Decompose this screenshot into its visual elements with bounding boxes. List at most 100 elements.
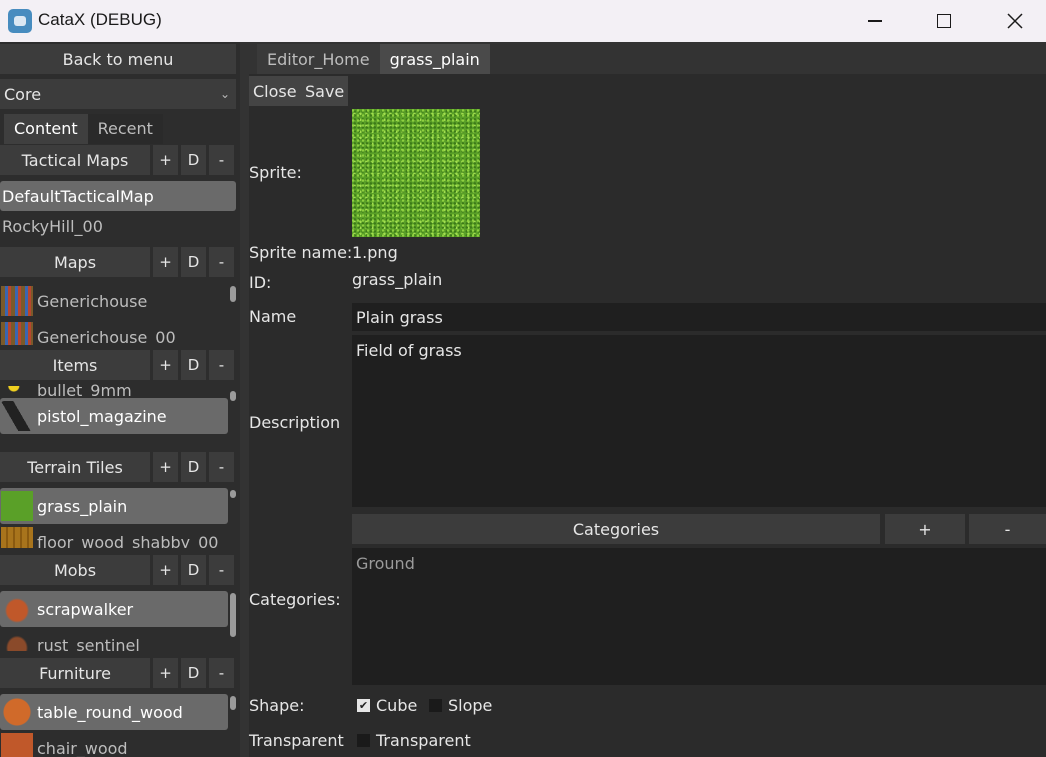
item-label: grass_plain (37, 496, 128, 516)
checkbox-box (357, 734, 370, 747)
description-label: Description (249, 413, 341, 432)
section-maps: Maps + D - (0, 247, 236, 277)
name-label: Name (249, 307, 297, 326)
list-item[interactable]: pistol_magazine (0, 398, 228, 434)
description-textarea[interactable]: Field of grass (352, 335, 1046, 507)
duplicate-button[interactable]: D (181, 247, 206, 277)
terrain-list: grass_plain floor_wood_shabby_00 (0, 488, 236, 548)
categories-list[interactable]: Ground (352, 548, 1046, 685)
list-item[interactable]: Generichouse (0, 283, 228, 319)
godot-app-icon (8, 9, 32, 33)
section-terrain-tiles: Terrain Tiles + D - (0, 452, 236, 482)
mod-select-value: Core (4, 84, 42, 104)
maximize-button[interactable] (921, 0, 967, 42)
furniture-list: table_round_wood chair_wood (0, 694, 236, 757)
transparent-checkbox[interactable]: Transparent (357, 731, 471, 750)
remove-button[interactable]: - (209, 350, 234, 380)
section-title: Mobs (0, 555, 150, 585)
id-label: ID: (249, 273, 272, 292)
duplicate-button[interactable]: D (181, 350, 206, 380)
remove-button[interactable]: - (209, 555, 234, 585)
chair-thumbnail (1, 733, 33, 757)
category-item[interactable]: Ground (356, 554, 1042, 573)
add-button[interactable]: + (153, 247, 178, 277)
item-label: Generichouse_00 (37, 327, 176, 346)
categories-add-button[interactable]: + (885, 514, 965, 544)
tactical-maps-list: DefaultTacticalMap RockyHill_00 (0, 181, 236, 243)
shape-label: Shape: (249, 696, 305, 715)
close-window-button[interactable] (992, 0, 1038, 42)
section-title: Furniture (0, 658, 150, 688)
id-value: grass_plain (352, 270, 443, 289)
transparent-label: Transparent (249, 731, 344, 750)
map-thumbnail (1, 322, 33, 345)
tab-recent[interactable]: Recent (87, 114, 163, 144)
list-item[interactable]: rust_sentinel (0, 627, 228, 651)
check-icon: ✔ (357, 699, 370, 712)
add-button[interactable]: + (153, 658, 178, 688)
mobs-list: scrapwalker rust_sentinel (0, 591, 236, 651)
remove-button[interactable]: - (209, 658, 234, 688)
item-label: Generichouse (37, 291, 148, 311)
content-sidebar: Back to menu Core ⌄ Content Recent Tacti… (0, 42, 240, 757)
list-item[interactable]: bullet_9mm (0, 382, 228, 396)
close-button[interactable]: Close (249, 76, 301, 106)
add-button[interactable]: + (153, 145, 178, 175)
remove-button[interactable]: - (209, 452, 234, 482)
terrain-editor-panel: Close Save Sprite: Sprite name: 1.png ID… (249, 74, 1046, 757)
back-to-menu-button[interactable]: Back to menu (0, 44, 236, 74)
list-item[interactable]: RockyHill_00 (0, 211, 236, 241)
name-input[interactable]: Plain grass (352, 303, 1046, 331)
mobs-scrollbar[interactable] (230, 593, 236, 637)
editor-area: Editor_Home grass_plain Close Save Sprit… (249, 42, 1046, 757)
sprite-name-label: Sprite name: (249, 243, 353, 262)
close-icon (1007, 13, 1023, 29)
section-title: Terrain Tiles (0, 452, 150, 482)
list-item[interactable]: floor_wood_shabby_00 (0, 524, 228, 548)
add-button[interactable]: + (153, 555, 178, 585)
maps-scrollbar[interactable] (230, 286, 236, 302)
sprite-label: Sprite: (249, 163, 302, 182)
mob-thumbnail (1, 594, 33, 624)
list-item[interactable]: table_round_wood (0, 694, 228, 730)
list-item[interactable]: DefaultTacticalMap (0, 181, 236, 211)
list-item[interactable]: grass_plain (0, 488, 228, 524)
wood-floor-thumbnail (1, 527, 33, 548)
mod-select[interactable]: Core ⌄ (0, 79, 236, 109)
tab-content[interactable]: Content (4, 114, 88, 144)
item-label: rust_sentinel (37, 635, 140, 652)
minimize-button[interactable] (852, 0, 898, 42)
add-button[interactable]: + (153, 350, 178, 380)
section-tactical-maps: Tactical Maps + D - (0, 145, 236, 175)
section-mobs: Mobs + D - (0, 555, 236, 585)
tab-editor-home[interactable]: Editor_Home (257, 44, 380, 76)
tab-grass-plain[interactable]: grass_plain (379, 44, 490, 76)
save-button[interactable]: Save (301, 76, 349, 106)
list-item[interactable]: chair_wood (0, 730, 228, 757)
categories-remove-button[interactable]: - (969, 514, 1046, 544)
sprite-name-value: 1.png (352, 243, 398, 262)
item-label: pistol_magazine (37, 406, 167, 426)
checkbox-label: Transparent (376, 731, 471, 750)
duplicate-button[interactable]: D (181, 145, 206, 175)
shape-slope-checkbox[interactable]: Slope (429, 696, 492, 715)
items-scrollbar[interactable] (230, 391, 236, 401)
checkbox-label: Slope (448, 696, 493, 715)
shape-cube-checkbox[interactable]: ✔ Cube (357, 696, 417, 715)
list-item[interactable]: scrapwalker (0, 591, 228, 627)
remove-button[interactable]: - (209, 247, 234, 277)
furniture-scrollbar[interactable] (230, 696, 236, 710)
duplicate-button[interactable]: D (181, 658, 206, 688)
list-item[interactable]: Generichouse_00 (0, 319, 228, 345)
magazine-thumbnail (1, 401, 33, 431)
window-title: CataX (DEBUG) (38, 10, 162, 29)
add-button[interactable]: + (153, 452, 178, 482)
terrain-scrollbar[interactable] (230, 490, 236, 498)
editor-tabs: Editor_Home grass_plain (257, 44, 490, 76)
categories-label: Categories: (249, 590, 341, 609)
sprite-preview[interactable] (352, 109, 480, 237)
section-title: Items (0, 350, 150, 380)
duplicate-button[interactable]: D (181, 555, 206, 585)
duplicate-button[interactable]: D (181, 452, 206, 482)
remove-button[interactable]: - (209, 145, 234, 175)
